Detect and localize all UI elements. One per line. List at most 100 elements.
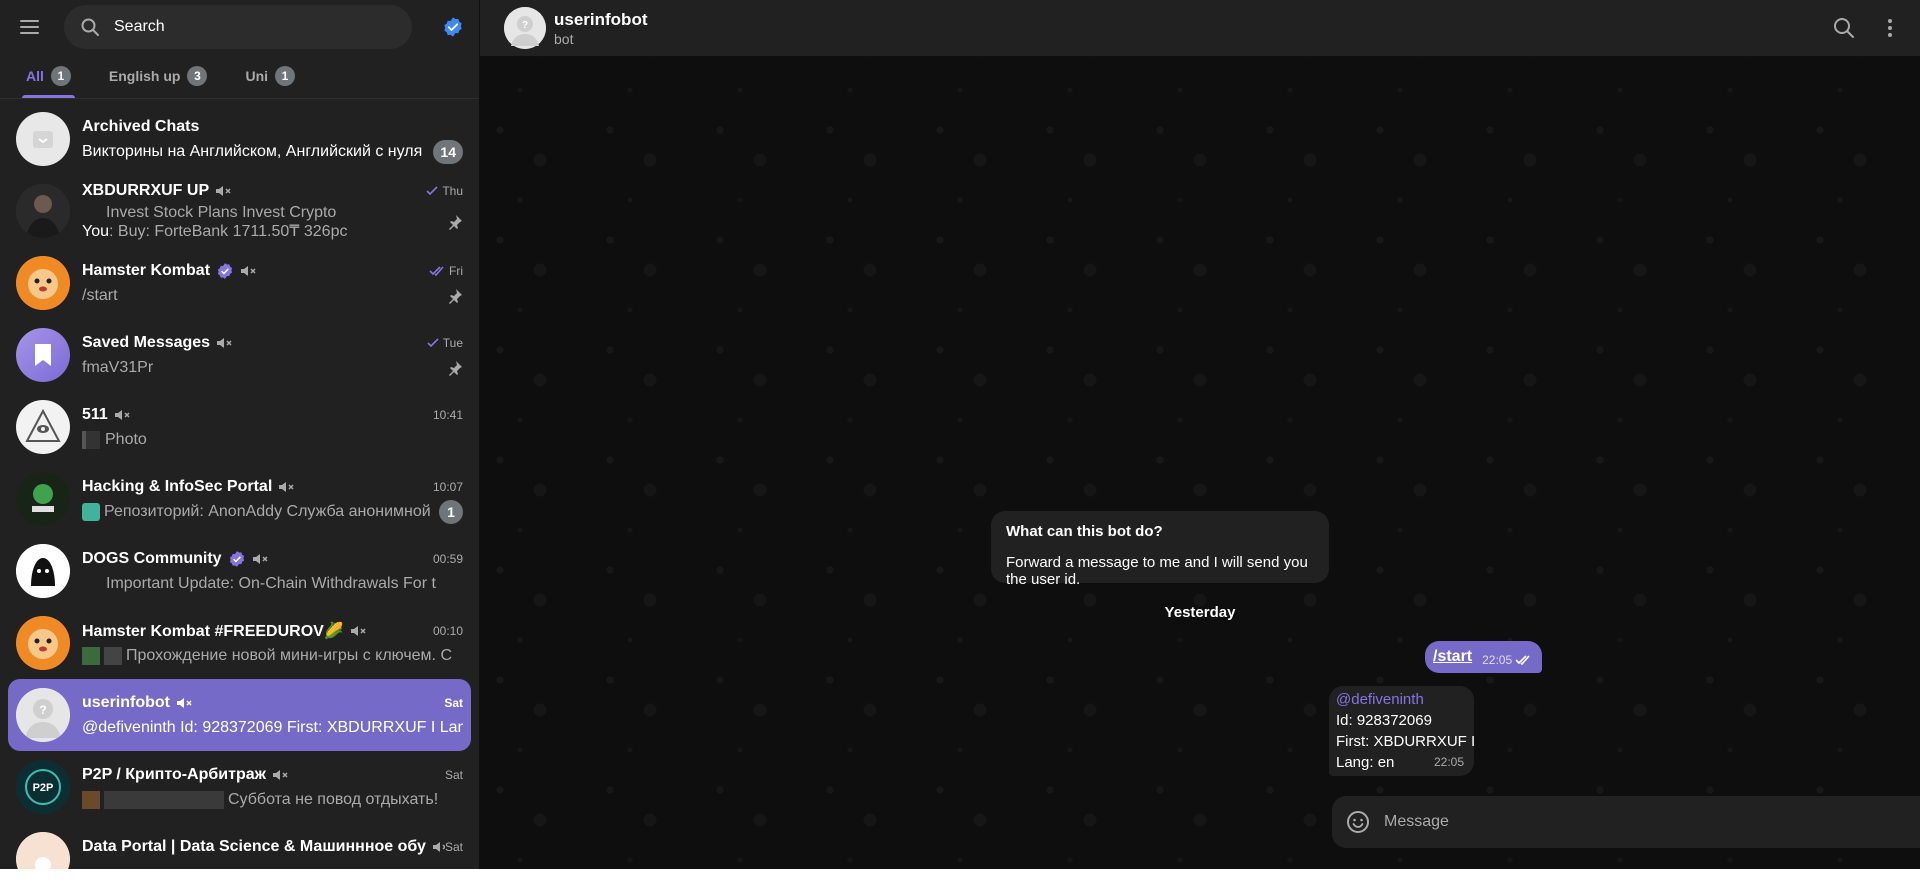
pin-icon [449, 360, 462, 376]
message-input[interactable] [1384, 813, 1912, 831]
outgoing-message[interactable]: /start 22:05 [1425, 641, 1542, 673]
chat-title: Data Portal | Data Science & Машиннное о… [82, 837, 426, 855]
muted-icon [114, 409, 130, 420]
message-line: Id: 928372069 [1336, 712, 1432, 729]
data-portal-logo-icon [16, 832, 70, 869]
chat-preview: /start [82, 286, 118, 304]
chat-userinfobot[interactable]: ? userinfobot Sat @defiveninth Id: 928372… [8, 679, 471, 751]
chat-p2p-arbitrage[interactable]: P2P P2P / Крипто-Арбитраж Sat Суббота не … [8, 751, 471, 823]
muted-icon [217, 337, 232, 348]
preview-sender: You [82, 223, 109, 240]
tab-all[interactable]: All 1 [16, 54, 81, 98]
verified-icon [229, 550, 244, 567]
chat-dogs-community[interactable]: DOGS Community 00:59 Important Update: On… [8, 535, 471, 607]
chat-avatar: P2P [16, 760, 70, 814]
chat-title: Hamster Kombat [82, 261, 211, 279]
chat-avatar [16, 256, 70, 310]
chat-time: Thu [442, 184, 463, 198]
chat-title: Saved Messages [82, 333, 211, 351]
chat-saved-messages[interactable]: Saved Messages Tue fmaV31Pr [8, 319, 471, 391]
media-thumb [82, 646, 100, 665]
tab-uni[interactable]: Uni 1 [235, 54, 305, 98]
incoming-message[interactable]: @defiveninth Id: 928372069 First: XBDURR… [1329, 686, 1474, 776]
tab-english-up[interactable]: English up 3 [99, 54, 218, 98]
more-vertical-icon [1888, 19, 1892, 37]
chat-time: Fri [449, 263, 463, 278]
archive-avatar [16, 112, 70, 166]
chat-xbdurrxuf-up[interactable]: XBDURRXUF UP Thu Invest Stock Plans Inves… [8, 175, 471, 247]
hamster-icon [16, 616, 70, 670]
chat-avatar [16, 544, 70, 598]
muted-icon [177, 697, 192, 708]
menu-icon[interactable] [20, 14, 46, 40]
sent-check-icon [427, 337, 439, 347]
bookmark-icon [35, 344, 51, 366]
header-status: bot [554, 30, 574, 47]
chat-title: DOGS Community [82, 549, 222, 567]
svg-text:P2P: P2P [33, 782, 54, 794]
chat-time: Sat [444, 767, 463, 782]
chat-title: Archived Chats [82, 117, 200, 135]
mention-link[interactable]: @defiveninth [1336, 690, 1467, 710]
eye-pyramid-icon [25, 408, 61, 442]
chat-title: Hacking & InfoSec Portal [82, 477, 273, 495]
tab-label: English up [108, 68, 181, 84]
chat-archived[interactable]: Archived Chats Викторины на Английском, … [8, 103, 471, 175]
chat-time: Sat [444, 839, 463, 854]
muted-icon [350, 625, 366, 636]
chat-time: 00:59 [432, 551, 463, 566]
verified-status-icon[interactable] [442, 16, 464, 38]
sent-check-icon [426, 186, 438, 196]
more-options-button[interactable] [1878, 16, 1902, 40]
chat-avatar [16, 472, 70, 526]
chat-list: Archived Chats Викторины на Английском, … [0, 99, 479, 869]
muted-icon [279, 481, 294, 492]
chat-title: userinfobot [82, 693, 170, 711]
hacker-logo-icon [16, 472, 70, 526]
emoji-icon[interactable] [1346, 810, 1370, 834]
bot-info-answer: Forward a message to me and I will send … [1006, 554, 1308, 588]
chat-avatar: ? [16, 688, 70, 742]
search-box[interactable] [64, 5, 412, 49]
media-thumb [82, 790, 100, 809]
notebook-icon [82, 502, 100, 521]
muted-icon [432, 841, 445, 852]
unread-badge: 1 [439, 499, 463, 524]
message-text[interactable]: /start [1433, 648, 1472, 666]
chat-avatar [16, 184, 70, 238]
chat-preview: @defiveninth Id: 928372069 First: XBDURR… [82, 718, 463, 736]
folder-tabs: All 1 English up 3 Uni 1 [0, 54, 479, 98]
search-icon [81, 18, 99, 36]
chat-avatar [16, 616, 70, 670]
message-time: 22:05 [1482, 653, 1513, 667]
chat-hacking-infosec[interactable]: Hacking & InfoSec Portal 10:07 Репозитори… [8, 463, 471, 535]
p2p-logo-icon: P2P [16, 760, 70, 814]
muted-icon [272, 769, 288, 780]
tab-count: 3 [187, 66, 208, 86]
photo-thumb [82, 430, 100, 449]
muted-icon [216, 186, 231, 196]
chat-data-portal[interactable]: Data Portal | Data Science & Машиннное о… [8, 823, 471, 869]
chat-hamster-kombat[interactable]: Hamster Kombat Fri /start [8, 247, 471, 319]
default-user-icon: ? [16, 688, 70, 742]
chat-title: Hamster Kombat #FREEDUROV🌽 [82, 622, 344, 640]
bot-info-card: What can this bot do? Forward a message … [991, 511, 1329, 588]
search-input[interactable] [114, 18, 374, 36]
chat-hamster-freedurov[interactable]: Hamster Kombat #FREEDUROV🌽 00:10 Прохожде… [8, 607, 471, 679]
header-search-button[interactable] [1832, 16, 1856, 40]
chat-preview-line1: Invest Stock Plans Invest Crypto [106, 204, 337, 221]
chat-time: 10:41 [432, 407, 463, 422]
chat-header[interactable]: ? userinfobot bot [480, 0, 1920, 56]
tab-count: 1 [275, 66, 296, 86]
chat-preview: Викторины на Английском, Английский с ну… [82, 142, 423, 160]
chat-panel: ? userinfobot bot What can this bot do? … [480, 0, 1920, 869]
chat-avatar [16, 400, 70, 454]
chat-preview: Photo [105, 430, 147, 448]
chat-511[interactable]: 511 10:41 Photo [8, 391, 471, 463]
archive-icon [33, 131, 53, 148]
message-line: First: XBDURRXUF I [1336, 733, 1474, 750]
chat-avatar [16, 832, 70, 869]
header-avatar[interactable]: ? [504, 7, 546, 49]
sidebar-top-bar [0, 0, 479, 54]
muted-icon [252, 553, 268, 564]
